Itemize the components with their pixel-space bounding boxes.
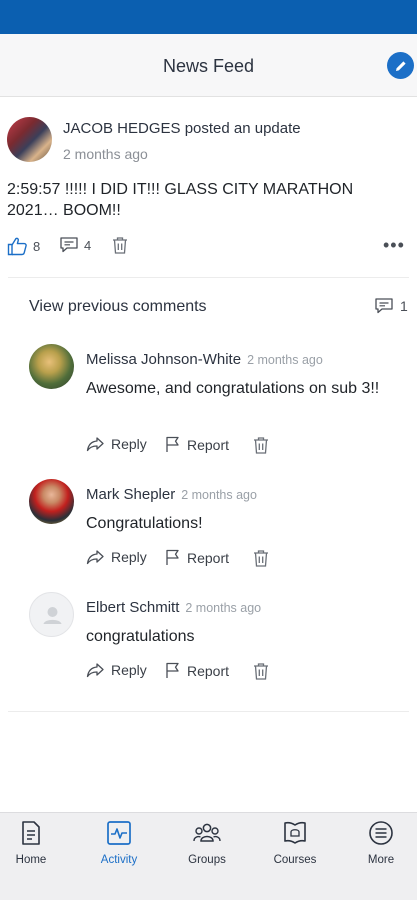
top-header: News Feed [0, 34, 417, 97]
delete-post-button[interactable] [111, 236, 129, 255]
tab-courses[interactable]: Courses [260, 819, 330, 869]
reply-label: Reply [111, 436, 147, 452]
menu-icon [369, 821, 393, 845]
commenter-name: Melissa Johnson-White 2 months ago [86, 351, 323, 368]
comment-text: Congratulations! [86, 515, 203, 532]
flag-icon [166, 662, 179, 678]
reply-button[interactable]: Reply [86, 436, 147, 452]
reply-button[interactable]: Reply [86, 662, 147, 678]
post-author-line[interactable]: JACOB HEDGES posted an update [63, 120, 301, 137]
activity-icon [107, 821, 131, 845]
like-count: 8 [33, 238, 41, 254]
tab-activity[interactable]: Activity [84, 819, 154, 869]
commenter-name-text[interactable]: Melissa Johnson-White [86, 351, 241, 368]
delete-comment-button[interactable] [252, 436, 276, 455]
view-previous-comments-link[interactable]: View previous comments [29, 298, 207, 316]
tab-label: More [367, 854, 395, 866]
comment-icon [60, 237, 78, 253]
flag-icon [166, 549, 179, 565]
comment-text: Awesome, and congratulations on sub 3!! [86, 380, 380, 397]
post-text: 2:59:57 !!!!! I DID IT!!! GLASS CITY MAR… [7, 181, 354, 219]
trash-icon [254, 663, 268, 680]
comment-button[interactable]: 4 [59, 236, 91, 254]
courses-icon [284, 821, 306, 844]
report-button[interactable]: Report [164, 436, 229, 453]
delete-comment-button[interactable] [252, 662, 276, 681]
document-icon [22, 821, 40, 845]
comment-actions: Reply Report [86, 436, 386, 458]
thumbs-up-icon [7, 237, 27, 256]
commenter-name: Elbert Schmitt 2 months ago [86, 599, 261, 616]
trash-icon [113, 237, 127, 254]
comment-timestamp: 2 months ago [185, 601, 262, 615]
divider [8, 277, 409, 278]
comment-count: 4 [84, 237, 92, 253]
reply-arrow-icon [86, 550, 104, 565]
commenter-name-text[interactable]: Elbert Schmitt [86, 599, 179, 616]
comment-text: congratulations [86, 628, 195, 645]
post-timestamp: 2 months ago [63, 146, 148, 162]
post-author-avatar[interactable] [7, 117, 52, 162]
comment-icon [375, 298, 393, 314]
report-label: Report [187, 662, 230, 679]
page-title: News Feed [162, 56, 255, 76]
status-bar [0, 0, 417, 34]
tab-label: Groups [188, 854, 226, 866]
report-label: Report [187, 549, 230, 566]
report-button[interactable]: Report [164, 549, 229, 566]
pencil-icon [395, 60, 406, 71]
reply-label: Reply [111, 662, 147, 678]
commenter-name-text[interactable]: Mark Shepler [86, 486, 175, 503]
comment-counter-value: 1 [400, 298, 408, 314]
commenter-avatar-placeholder[interactable] [29, 592, 74, 637]
commenter-name: Mark Shepler 2 months ago [86, 486, 257, 503]
tab-label: Activity [100, 854, 138, 866]
compose-button[interactable] [387, 52, 414, 79]
tab-groups[interactable]: Groups [172, 819, 242, 869]
tab-home[interactable]: Home [0, 819, 66, 869]
reply-label: Reply [111, 549, 147, 565]
groups-icon [193, 823, 221, 842]
reply-arrow-icon [86, 437, 104, 452]
more-options-icon[interactable]: ••• [383, 236, 405, 254]
commenter-avatar[interactable] [29, 344, 74, 389]
bottom-tab-bar: Home Activity Groups Courses More [0, 812, 417, 900]
comment-timestamp: 2 months ago [247, 353, 323, 367]
tab-label: Courses [273, 854, 317, 866]
comment-timestamp: 2 months ago [181, 488, 257, 502]
report-button[interactable]: Report [164, 662, 229, 679]
reply-button[interactable]: Reply [86, 549, 147, 565]
post-actions: 8 4 ••• [7, 236, 407, 260]
reply-arrow-icon [86, 663, 104, 678]
comment-counter: 1 [374, 297, 408, 315]
tab-label: Home [15, 854, 47, 866]
tab-more[interactable]: More [346, 819, 416, 869]
flag-icon [166, 436, 179, 452]
trash-icon [254, 550, 268, 567]
comment-actions: Reply Report [86, 662, 386, 684]
comment-actions: Reply Report [86, 549, 386, 571]
delete-comment-button[interactable] [252, 549, 276, 568]
trash-icon [254, 437, 268, 454]
commenter-avatar[interactable] [29, 479, 74, 524]
report-label: Report [187, 436, 230, 453]
divider [8, 711, 409, 712]
like-button[interactable]: 8 [7, 236, 40, 256]
user-placeholder-icon [43, 607, 62, 624]
